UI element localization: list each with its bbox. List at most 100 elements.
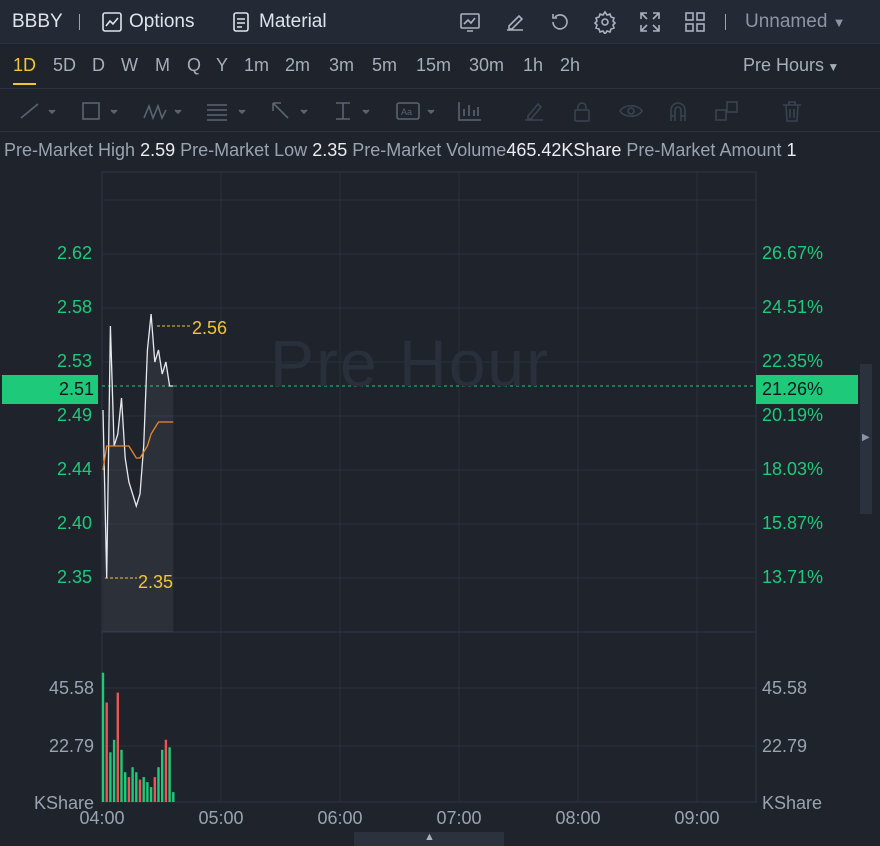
- eye-icon[interactable]: [618, 100, 644, 122]
- bar-pattern-tool-icon[interactable]: [457, 100, 483, 122]
- volume-bar: [161, 749, 164, 802]
- percent-tick-label: 20.19%: [762, 405, 824, 425]
- volume-bar: [168, 747, 171, 802]
- price-tick-label: 2.44: [56, 459, 92, 479]
- percent-tick-label: 18.03%: [762, 459, 824, 479]
- chevron-up-icon: ▲: [424, 831, 435, 843]
- period-1h[interactable]: 1h: [523, 55, 543, 76]
- low-marker-label: 2.35: [138, 572, 174, 592]
- period-m[interactable]: M: [155, 55, 170, 76]
- fibonacci-tool-icon[interactable]: [205, 100, 249, 122]
- period-2m[interactable]: 2m: [285, 55, 310, 76]
- magnet-icon[interactable]: [666, 100, 690, 122]
- text-tool-icon[interactable]: Aa: [395, 100, 437, 122]
- measure-tool-icon[interactable]: [332, 100, 372, 122]
- top-toolbar: BBBY Options Material Unnamed ▼: [0, 0, 880, 44]
- arrow-tool-icon[interactable]: [270, 100, 310, 122]
- percent-tick-label: 13.71%: [762, 567, 824, 587]
- pre-market-amount-label: Pre-Market Amount: [626, 140, 782, 160]
- price-tick-label: 2.53: [56, 351, 92, 371]
- indicator-icon[interactable]: [458, 10, 482, 34]
- session-watermark: Pre Hour: [270, 326, 551, 400]
- period-2h[interactable]: 2h: [560, 55, 580, 76]
- volume-axis-right-top: 45.58: [762, 678, 808, 698]
- lock-icon[interactable]: [570, 100, 594, 122]
- edit-icon[interactable]: [503, 10, 527, 34]
- percent-tick-label: 15.87%: [762, 513, 824, 533]
- period-15m[interactable]: 15m: [416, 55, 451, 76]
- period-y[interactable]: Y: [216, 55, 228, 76]
- price-tick-label: 2.49: [56, 405, 92, 425]
- volume-bar: [172, 792, 175, 802]
- volume-bar: [120, 749, 123, 802]
- period-1m[interactable]: 1m: [244, 55, 269, 76]
- time-tick-label: 08:00: [555, 808, 601, 828]
- pre-market-volume-label: Pre-Market Volume: [352, 140, 507, 160]
- price-tick-label: 2.35: [56, 567, 92, 587]
- volume-unit-right: KShare: [762, 793, 823, 813]
- pre-market-high-value: 2.59: [140, 140, 176, 160]
- period-selector: 1D 5D D W M Q Y 1m 2m 3m 5m 15m 30m 1h 2h Pre Hours ▼: [0, 45, 880, 87]
- settings-icon[interactable]: [593, 10, 617, 36]
- brush-tool-icon[interactable]: [522, 100, 546, 122]
- material-icon[interactable]: [229, 10, 253, 34]
- layout-name-select[interactable]: Unnamed ▼: [745, 0, 846, 44]
- pre-market-high-label: Pre-Market High: [4, 140, 136, 160]
- period-5m[interactable]: 5m: [372, 55, 397, 76]
- rectangle-tool-icon[interactable]: [80, 100, 120, 122]
- period-d[interactable]: D: [92, 55, 105, 76]
- session-select[interactable]: Pre Hours ▼: [743, 55, 839, 76]
- period-q[interactable]: Q: [187, 55, 201, 76]
- volume-bar: [116, 692, 119, 802]
- pre-market-info: Pre-Market High 2.59 Pre-Market Low 2.35…: [0, 140, 880, 164]
- volume-bar: [109, 752, 112, 802]
- layout-grid-icon[interactable]: [683, 10, 707, 34]
- volume-bar: [149, 787, 153, 802]
- volume-bar: [135, 772, 138, 802]
- reset-icon[interactable]: [548, 10, 572, 34]
- pre-market-low-label: Pre-Market Low: [180, 140, 308, 160]
- duplicate-icon[interactable]: [714, 100, 740, 122]
- session-select-value: Pre Hours: [743, 55, 825, 75]
- fullscreen-icon[interactable]: [638, 10, 662, 34]
- right-panel-toggle[interactable]: ▶: [860, 364, 872, 514]
- material-button[interactable]: Material: [259, 0, 327, 44]
- volume-bar: [124, 772, 127, 802]
- period-5d[interactable]: 5D: [53, 55, 76, 76]
- volume-bars: [101, 672, 175, 802]
- caret-down-icon: ▼: [832, 15, 846, 30]
- chart-border: [101, 171, 757, 803]
- period-3m[interactable]: 3m: [329, 55, 354, 76]
- time-tick-label: 04:00: [79, 808, 125, 828]
- divider: [725, 14, 726, 30]
- time-tick-label: 07:00: [436, 808, 482, 828]
- ticker-symbol[interactable]: BBBY: [12, 0, 63, 44]
- period-1d[interactable]: 1D: [13, 55, 37, 85]
- volume-bar: [131, 767, 134, 802]
- current-percent-label: 21.26%: [756, 375, 858, 404]
- current-price-label: 2.51: [2, 375, 98, 404]
- drawing-toolbar: Aa: [0, 88, 880, 132]
- volume-bar: [146, 782, 149, 802]
- pre-market-volume-value: 465.42KShare: [506, 140, 622, 160]
- trendline-tool-icon[interactable]: [18, 100, 58, 122]
- options-button[interactable]: Options: [129, 0, 194, 44]
- volume-bar: [127, 777, 131, 802]
- time-tick-label: 05:00: [198, 808, 244, 828]
- pattern-tool-icon[interactable]: [142, 100, 186, 122]
- percent-tick-label: 24.51%: [762, 297, 824, 317]
- time-tick-label: 06:00: [317, 808, 363, 828]
- price-chart[interactable]: [0, 164, 880, 846]
- trash-icon[interactable]: [780, 100, 804, 122]
- period-30m[interactable]: 30m: [469, 55, 504, 76]
- svg-text:Aa: Aa: [401, 107, 412, 117]
- bottom-panel-toggle[interactable]: ▲: [354, 831, 504, 846]
- volume-bar: [105, 702, 108, 802]
- volume-axis-right-mid: 22.79: [762, 736, 808, 756]
- layout-name: Unnamed: [745, 11, 828, 32]
- divider: [79, 14, 80, 30]
- options-icon[interactable]: [100, 10, 124, 34]
- price-tick-label: 2.62: [56, 243, 92, 263]
- chart-grid: [101, 171, 757, 803]
- period-w[interactable]: W: [121, 55, 138, 76]
